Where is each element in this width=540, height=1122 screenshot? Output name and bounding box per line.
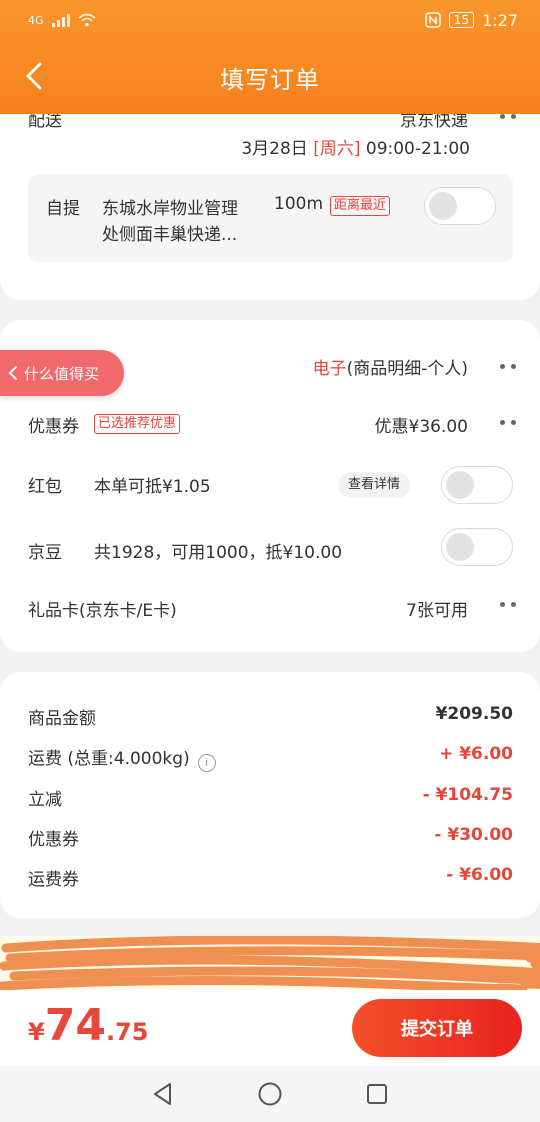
nearest-badge: 距离最近 xyxy=(330,196,391,216)
more-dots-icon[interactable] xyxy=(500,420,516,425)
summary-row: 立减 - ¥104.75 xyxy=(28,785,513,810)
invoice-detail: (商品明细-个人) xyxy=(346,359,468,379)
price-decimal: .75 xyxy=(105,1018,149,1046)
pickup-location-line2: 处侧面丰巢快递... xyxy=(102,225,238,245)
pickup-option[interactable]: 自提 东城水岸物业管理 处侧面丰巢快递... 100m 距离最近 xyxy=(28,174,513,262)
summary-value: - ¥30.00 xyxy=(434,825,513,845)
delivery-window: 09:00-21:00 xyxy=(365,139,470,159)
delivery-date: 3月28日 xyxy=(241,139,308,159)
redpacket-desc: 本单可抵¥1.05 xyxy=(94,477,211,497)
redpacket-label: 红包 xyxy=(28,477,62,497)
chevron-left-icon xyxy=(26,62,42,90)
coupon-label: 优惠券 xyxy=(28,417,79,437)
submit-order-button[interactable]: 提交订单 xyxy=(352,999,522,1057)
jingdou-label: 京豆 xyxy=(28,543,62,563)
more-dots-icon[interactable] xyxy=(500,114,516,119)
pickup-location-line1: 东城水岸物业管理 xyxy=(102,199,238,219)
float-tag-label: 什么值得买 xyxy=(24,364,100,383)
pickup-toggle[interactable] xyxy=(424,187,496,225)
recents-square-icon[interactable] xyxy=(364,1081,390,1107)
header-bar: 4G 15 1:27 填写订单 xyxy=(0,0,540,114)
currency-symbol: ¥ xyxy=(28,1018,45,1046)
view-details-button[interactable]: 查看详情 xyxy=(338,472,411,498)
more-dots-icon[interactable] xyxy=(500,364,516,369)
summary-row: 运费 (总重:4.000kg) i + ¥6.00 xyxy=(28,744,513,772)
more-dots-icon[interactable] xyxy=(500,602,516,607)
pickup-label: 自提 xyxy=(46,199,80,219)
summary-row: 商品金额 ¥209.50 xyxy=(28,704,513,729)
back-triangle-icon[interactable] xyxy=(150,1081,176,1107)
wifi-icon xyxy=(78,13,96,27)
total-price: ¥74.75 xyxy=(28,1000,148,1051)
summary-value: - ¥6.00 xyxy=(446,865,513,885)
pickup-distance: 100m xyxy=(274,194,324,214)
address-strip-redacted xyxy=(0,936,540,992)
redaction-scribble xyxy=(0,936,540,992)
summary-value: + ¥6.00 xyxy=(439,744,513,764)
signal-icon xyxy=(51,13,70,27)
price-integer: 74 xyxy=(44,1000,106,1051)
home-circle-icon[interactable] xyxy=(257,1081,283,1107)
summary-value: ¥209.50 xyxy=(435,704,513,724)
status-bar: 4G 15 1:27 xyxy=(0,0,540,40)
delivery-weekday: [周六] xyxy=(313,139,361,159)
delivery-time[interactable]: 3月28日 [周六] 09:00-21:00 xyxy=(241,134,470,159)
jingdou-toggle[interactable] xyxy=(441,528,513,566)
summary-label: 立减 xyxy=(28,790,62,810)
back-button[interactable] xyxy=(16,58,52,94)
price-summary-card: 商品金额 ¥209.50 运费 (总重:4.000kg) i + ¥6.00 立减… xyxy=(0,672,540,918)
summary-label: 优惠券 xyxy=(28,830,79,850)
invoice-type: 电子 xyxy=(312,359,347,379)
smzdm-float-tag[interactable]: 什么值得买 xyxy=(0,350,124,396)
page-title: 填写订单 xyxy=(220,65,320,94)
summary-label: 运费 (总重:4.000kg) xyxy=(28,749,190,769)
status-time: 1:27 xyxy=(482,10,518,30)
invoice-value[interactable]: 电子(商品明细-个人) xyxy=(313,354,468,379)
summary-value: - ¥104.75 xyxy=(422,785,513,805)
giftcard-value[interactable]: 7张可用 xyxy=(406,596,468,621)
summary-row: 运费券 - ¥6.00 xyxy=(28,865,513,890)
jingdou-desc: 共1928，可用1000，抵¥10.00 xyxy=(94,543,343,563)
network-label: 4G xyxy=(28,13,44,27)
checkout-bar: ¥74.75 提交订单 xyxy=(0,990,540,1066)
recommended-coupon-badge: 已选推荐优惠 xyxy=(94,414,181,434)
summary-label: 商品金额 xyxy=(28,709,96,729)
summary-row: 优惠券 - ¥30.00 xyxy=(28,825,513,850)
giftcard-label: 礼品卡(京东卡/E卡) xyxy=(28,601,177,621)
chevron-left-icon xyxy=(8,366,17,380)
battery-icon: 15 xyxy=(448,12,475,28)
system-nav-bar xyxy=(0,1066,540,1122)
redpacket-toggle[interactable] xyxy=(441,466,513,504)
delivery-card: 配送 京东快递 3月28日 [周六] 09:00-21:00 自提 东城水岸物业… xyxy=(0,96,540,300)
info-icon[interactable]: i xyxy=(197,753,216,772)
nfc-icon xyxy=(425,12,441,28)
coupon-value[interactable]: 优惠¥36.00 xyxy=(375,412,468,437)
summary-label: 运费券 xyxy=(28,870,79,890)
